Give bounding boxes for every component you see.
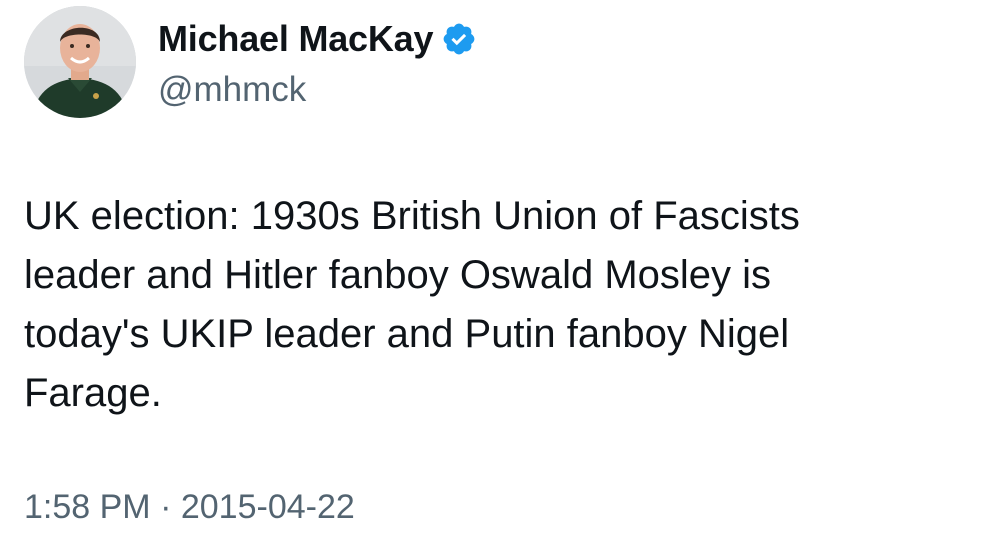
display-name[interactable]: Michael MacKay [158, 18, 434, 60]
timestamp-separator: · [160, 488, 172, 526]
user-handle[interactable]: @mhmck [158, 70, 477, 110]
tweet-card: Michael MacKay @mhmck UK election: 1930s… [0, 0, 1000, 555]
name-row: Michael MacKay [158, 14, 477, 64]
tweet-text: UK election: 1930s British Union of Fasc… [24, 194, 800, 415]
tweet-time: 1:58 PM [24, 488, 151, 526]
avatar[interactable] [24, 6, 136, 118]
profile-photo-icon [24, 6, 136, 118]
tweet-date: 2015-04-22 [180, 488, 355, 526]
tweet-header: Michael MacKay @mhmck [158, 14, 477, 110]
tweet-timestamp[interactable]: 1:58 PM · 2015-04-22 [24, 488, 355, 527]
verified-badge-icon [441, 21, 477, 57]
